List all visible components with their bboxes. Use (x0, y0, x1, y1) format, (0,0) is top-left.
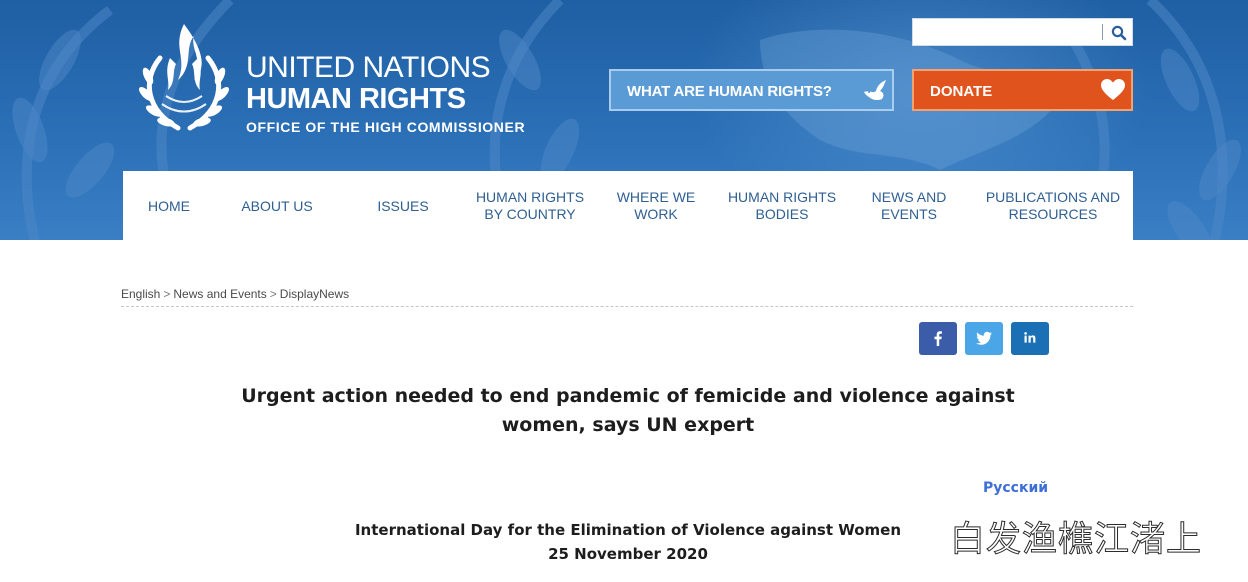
nav-item-label: HUMAN RIGHTS BODIES (727, 189, 837, 222)
search-input[interactable] (917, 22, 1101, 44)
share-linkedin-button[interactable] (1011, 322, 1049, 355)
donate-button[interactable]: DONATE (912, 69, 1133, 111)
breadcrumb-news-and-events[interactable]: News and Events (173, 287, 266, 301)
nav-item-where-we-work[interactable]: WHERE WE WORK (593, 171, 719, 241)
nav-item-label: HUMAN RIGHTS BY COUNTRY (475, 189, 585, 222)
divider (121, 306, 1133, 307)
article-subheading: International Day for the Elimination of… (228, 518, 1028, 566)
twitter-icon (976, 331, 992, 345)
language-link-russian[interactable]: Русский (983, 480, 1048, 496)
nav-item-home[interactable]: HOME (123, 171, 215, 241)
nav-item-label: WHERE WE WORK (616, 189, 696, 222)
breadcrumb-separator: > (269, 287, 277, 301)
logo-subtitle: OFFICE OF THE HIGH COMMISSIONER (246, 119, 526, 135)
nav-item-publications-and-resources[interactable]: PUBLICATIONS AND RESOURCES (973, 171, 1133, 241)
nav-item-label: NEWS AND EVENTS (871, 189, 947, 222)
nav-item-about-us[interactable]: ABOUT US (215, 171, 339, 241)
share-facebook-button[interactable] (919, 322, 957, 355)
nav-item-label: ISSUES (377, 197, 429, 214)
observance-title: International Day for the Elimination of… (354, 521, 902, 539)
search-button[interactable] (1109, 23, 1129, 43)
watermark-text: 白发渔樵江渚上 (949, 520, 1203, 561)
nav-item-human-rights-bodies[interactable]: HUMAN RIGHTS BODIES (719, 171, 845, 241)
main-navigation: HOME ABOUT US ISSUES HUMAN RIGHTS BY COU… (123, 171, 1133, 241)
donate-label: DONATE (930, 83, 993, 100)
article-date: 25 November 2020 (548, 545, 708, 563)
nav-item-label: HOME (148, 197, 190, 214)
search-bar (912, 18, 1133, 46)
search-divider (1102, 24, 1103, 40)
facebook-icon (934, 331, 942, 346)
breadcrumb-separator: > (163, 287, 171, 301)
article-headline: Urgent action needed to end pandemic of … (241, 385, 1015, 436)
what-are-human-rights-label: WHAT ARE HUMAN RIGHTS? (627, 83, 832, 100)
logo-title-line2: HUMAN RIGHTS (246, 83, 466, 115)
nav-item-label: ABOUT US (241, 197, 313, 214)
search-icon (1111, 25, 1127, 41)
logo-title-line1: UNITED NATIONS (246, 51, 491, 84)
nav-item-news-and-events[interactable]: NEWS AND EVENTS (845, 171, 973, 241)
un-laurel-flame-icon (139, 24, 229, 131)
nav-item-label: PUBLICATIONS AND RESOURCES (985, 189, 1121, 222)
nav-item-issues[interactable]: ISSUES (339, 171, 467, 241)
dove-icon (864, 80, 886, 101)
what-are-human-rights-button[interactable]: WHAT ARE HUMAN RIGHTS? (609, 69, 894, 111)
breadcrumb-current: DisplayNews (279, 287, 350, 301)
breadcrumb: English > News and Events > DisplayNews (121, 287, 349, 301)
breadcrumb-english[interactable]: English (121, 287, 160, 301)
heart-icon (1101, 79, 1125, 100)
share-twitter-button[interactable] (965, 322, 1003, 355)
site-logo[interactable]: UNITED NATIONS HUMAN RIGHTS OFFICE OF TH… (246, 52, 525, 138)
linkedin-icon (1024, 332, 1036, 343)
nav-item-human-rights-by-country[interactable]: HUMAN RIGHTS BY COUNTRY (467, 171, 593, 241)
